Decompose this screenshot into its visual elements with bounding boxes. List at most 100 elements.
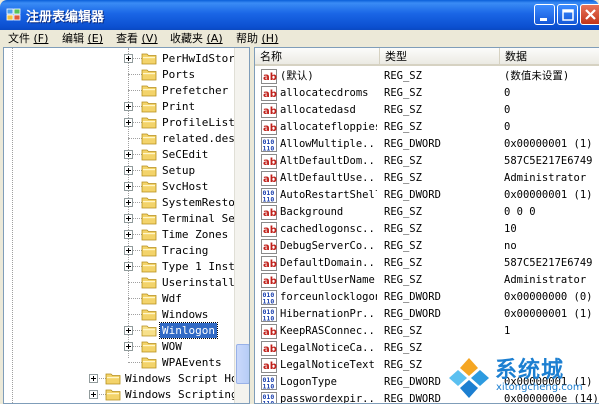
- expand-plus-icon[interactable]: [89, 374, 98, 383]
- tree-item[interactable]: Tracing: [4, 243, 234, 259]
- menu-help[interactable]: 帮助 (H): [236, 31, 278, 47]
- value-type: REG_SZ: [384, 206, 422, 218]
- column-header-type[interactable]: 类型: [380, 48, 500, 66]
- value-row[interactable]: 010 110 forceunlocklogon REG_DWORD 0x0000000…: [255, 289, 599, 306]
- value-row[interactable]: ab AltDefaultUse... REG_SZ Administrator: [255, 170, 599, 187]
- folder-icon: [141, 293, 157, 305]
- tree-item[interactable]: PerHwIdStora: [4, 51, 241, 67]
- tree-item[interactable]: SeCEdit: [4, 147, 234, 163]
- watermark-title: 系统城: [495, 358, 565, 383]
- list-header: 名称 类型 数据: [255, 48, 599, 66]
- expand-plus-icon[interactable]: [124, 102, 133, 111]
- expand-plus-icon[interactable]: [124, 230, 133, 239]
- menu-edit[interactable]: 编辑 (E): [62, 31, 103, 47]
- expand-plus-icon[interactable]: [124, 150, 133, 159]
- string-value-icon: ab: [261, 154, 277, 169]
- column-header-data[interactable]: 数据: [500, 48, 599, 66]
- tree-item[interactable]: Type 1 Insta: [4, 259, 241, 275]
- tree-item[interactable]: Windows Scripting: [4, 387, 238, 403]
- value-row[interactable]: 010 110 AllowMultiple... REG_DWORD 0x0000000…: [255, 136, 599, 153]
- tree-item[interactable]: Userinstalla: [4, 275, 241, 291]
- value-row[interactable]: ab (默认) REG_SZ (数值未设置): [255, 68, 599, 85]
- folder-icon: [141, 85, 157, 97]
- tree-scrollbar[interactable]: [234, 48, 249, 403]
- tree-item[interactable]: Time Zones: [4, 227, 234, 243]
- tree-item[interactable]: ProfileList: [4, 115, 235, 131]
- value-row[interactable]: ab KeepRASConnec... REG_SZ 1: [255, 323, 599, 340]
- value-row[interactable]: ab allocatecdroms REG_SZ 0: [255, 85, 599, 102]
- maximize-icon: [562, 9, 574, 21]
- value-name: Background: [280, 206, 344, 218]
- column-header-name[interactable]: 名称: [255, 48, 380, 66]
- folder-icon: [141, 53, 157, 65]
- value-type: REG_SZ: [384, 87, 422, 99]
- tree-item-label: Windows Script Hos: [125, 372, 245, 385]
- value-list-pane[interactable]: 名称 类型 数据 ab (默认) REG_SZ (数值未设置) ab allocatecd…: [254, 47, 599, 404]
- value-row[interactable]: ab AltDefaultDom... REG_SZ 587C5E217E6749: [255, 153, 599, 170]
- value-type: REG_SZ: [384, 274, 422, 286]
- tree-item[interactable]: WOW: [4, 339, 234, 355]
- menu-file[interactable]: 文件 (F): [8, 31, 48, 47]
- menu-view[interactable]: 查看 (V): [116, 31, 158, 47]
- menu-view-label: 查看: [116, 32, 138, 45]
- value-row[interactable]: 010 110 HibernationPr... REG_DWORD 0x0000000…: [255, 306, 599, 323]
- value-row[interactable]: ab Background REG_SZ 0 0 0: [255, 204, 599, 221]
- expand-plus-icon[interactable]: [124, 262, 133, 271]
- value-type: REG_SZ: [384, 257, 422, 269]
- value-data: 1: [504, 325, 511, 337]
- expand-plus-icon[interactable]: [124, 166, 133, 175]
- value-row[interactable]: ab allocatedasd REG_SZ 0: [255, 102, 599, 119]
- value-row[interactable]: ab DefaultDomain... REG_SZ 587C5E217E6749: [255, 255, 599, 272]
- tree-item[interactable]: SvcHost: [4, 179, 234, 195]
- value-row[interactable]: 010 110 AutoRestartShell REG_DWORD 0x0000000…: [255, 187, 599, 204]
- value-name: allocatecdroms: [280, 87, 369, 99]
- tree-scroll-thumb[interactable]: [236, 344, 249, 384]
- value-row[interactable]: ab DebugServerCo... REG_SZ no: [255, 238, 599, 255]
- tree-item[interactable]: related.desc: [4, 131, 241, 147]
- expand-plus-icon[interactable]: [124, 118, 133, 127]
- expand-plus-icon[interactable]: [124, 54, 133, 63]
- value-name: LegalNoticeCa...: [280, 342, 377, 354]
- svg-text:ab: ab: [263, 72, 277, 83]
- value-row[interactable]: ab cachedlogonsc... REG_SZ 10: [255, 221, 599, 238]
- tree-guide-line: [128, 90, 142, 91]
- tree-item[interactable]: Windows Script Hos: [4, 371, 244, 387]
- value-type: REG_SZ: [384, 70, 422, 82]
- expand-plus-icon[interactable]: [124, 214, 133, 223]
- folder-icon: [141, 133, 157, 145]
- tree-item[interactable]: Ports: [4, 67, 234, 83]
- svg-text:ab: ab: [263, 361, 277, 372]
- expand-plus-icon[interactable]: [124, 246, 133, 255]
- tree-item-label: Windows Scripting: [125, 388, 238, 401]
- menu-favorites[interactable]: 收藏夹 (A): [170, 31, 223, 47]
- expand-plus-icon[interactable]: [89, 390, 98, 399]
- tree-item-label: SvcHost: [162, 180, 209, 193]
- tree-item[interactable]: Terminal Ser: [4, 211, 241, 227]
- svg-text:ab: ab: [263, 327, 277, 338]
- title-bar[interactable]: 注册表编辑器: [0, 0, 599, 30]
- expand-plus-icon[interactable]: [124, 182, 133, 191]
- value-row[interactable]: ab allocatefloppies REG_SZ 0: [255, 119, 599, 136]
- tree-item[interactable]: Prefetcher: [4, 83, 234, 99]
- close-icon: [585, 9, 596, 20]
- expand-plus-icon[interactable]: [124, 198, 133, 207]
- value-name: HibernationPr...: [280, 308, 377, 320]
- expand-plus-icon[interactable]: [124, 342, 133, 351]
- value-row[interactable]: ab DefaultUserName REG_SZ Administrator: [255, 272, 599, 289]
- tree-item[interactable]: Wdf: [4, 291, 234, 307]
- binary-value-icon: 010110: [261, 307, 277, 322]
- folder-icon: [105, 389, 121, 401]
- expand-plus-icon[interactable]: [124, 326, 133, 335]
- tree-item[interactable]: WPAEvents: [4, 355, 234, 371]
- minimize-button[interactable]: [534, 4, 555, 25]
- tree-item[interactable]: Print: [4, 99, 234, 115]
- tree-item[interactable]: Winlogon: [4, 322, 234, 339]
- maximize-button[interactable]: [557, 4, 578, 25]
- tree-item[interactable]: SystemRestor: [4, 195, 241, 211]
- value-data: 0x00000001 (1): [504, 189, 593, 201]
- tree-item[interactable]: Windows: [4, 307, 234, 323]
- key-tree-pane[interactable]: PerHwIdStora Ports Prefetcher Print ProfileL…: [3, 47, 250, 404]
- menu-view-key: (V): [141, 32, 158, 45]
- close-button[interactable]: [580, 4, 599, 25]
- tree-item[interactable]: Setup: [4, 163, 234, 179]
